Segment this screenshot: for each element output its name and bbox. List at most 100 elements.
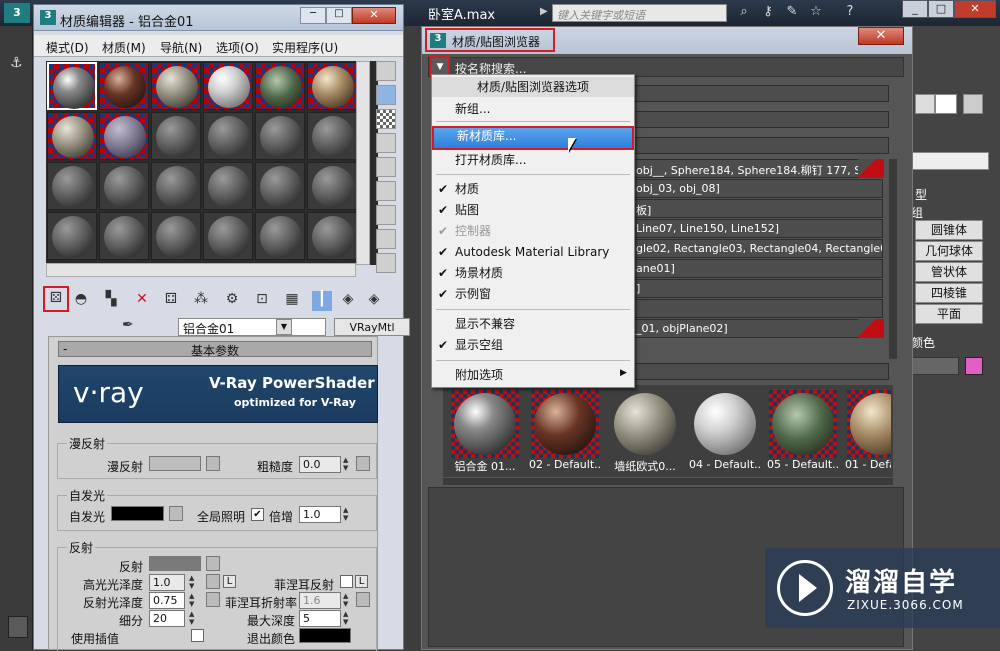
hilight-gloss-field[interactable]: 1.0 — [149, 574, 185, 591]
sample-slot[interactable] — [255, 162, 305, 210]
object-name-field[interactable] — [909, 357, 959, 375]
sample-slot[interactable] — [47, 112, 97, 160]
sample-slot[interactable] — [307, 112, 357, 160]
menu-mode[interactable]: 模式(D) — [46, 39, 89, 56]
refl-gloss-map-button[interactable] — [206, 592, 220, 607]
max-maximize-button[interactable]: □ — [928, 0, 954, 18]
hilight-gloss-spinner-icon[interactable]: ▲ ▼ — [189, 574, 198, 591]
multiplier-spinner-icon[interactable]: ▲ ▼ — [343, 506, 352, 523]
keyword-search-input[interactable]: 键入关键字或短语 — [552, 4, 727, 22]
fresnel-ior-spinner-icon[interactable]: ▲ ▼ — [343, 592, 352, 609]
sample-slot[interactable] — [151, 62, 201, 110]
sample-slot[interactable] — [255, 212, 305, 260]
thumbnail-item[interactable]: 02 - Default... — [529, 388, 601, 474]
roughness-map-button[interactable] — [356, 456, 370, 471]
interp-checkbox[interactable] — [191, 629, 204, 642]
assign-to-selection-icon[interactable]: ▚ — [101, 291, 121, 311]
sample-slot[interactable] — [151, 162, 201, 210]
make-unique-icon[interactable]: ⁂ — [191, 291, 211, 311]
cone-button[interactable]: 圆锥体 — [915, 220, 983, 240]
geosphere-button[interactable]: 几何球体 — [915, 241, 983, 261]
menu-navigation[interactable]: 导航(N) — [160, 39, 202, 56]
sample-slot[interactable] — [47, 162, 97, 210]
basic-parameters-rollout[interactable]: - 基本参数 — [58, 341, 372, 358]
fresnel-ior-map-button[interactable] — [356, 592, 370, 607]
sample-uv-tiling-icon[interactable] — [376, 133, 396, 153]
me-close-button[interactable]: ✕ — [352, 7, 396, 24]
menu-item-new-group[interactable]: 新组... — [432, 99, 634, 119]
material-id-channel-icon[interactable]: ⊡ — [252, 291, 272, 311]
object-color-swatch[interactable] — [965, 357, 983, 375]
options-icon[interactable] — [376, 205, 396, 225]
menu-item-open-library[interactable]: 打开材质库... — [432, 150, 634, 170]
sample-slot[interactable] — [99, 112, 149, 160]
sample-slot[interactable] — [203, 162, 253, 210]
thumbnail-item[interactable]: 铝合金 01... — [449, 388, 521, 474]
sample-slot[interactable] — [151, 212, 201, 260]
go-to-parent-icon[interactable]: ◈ — [338, 291, 358, 311]
scene-material-row[interactable]: obj_03, obj_08] — [633, 179, 883, 198]
material-type-button[interactable]: VRayMtl — [334, 318, 410, 336]
menu-item-autodesk-library[interactable]: Autodesk Material Library — [432, 242, 634, 262]
sample-slot[interactable] — [99, 162, 149, 210]
backlight-icon[interactable] — [376, 85, 396, 105]
scene-material-row[interactable] — [633, 299, 883, 318]
sample-slot[interactable] — [99, 212, 149, 260]
menu-item-maps[interactable]: 贴图 — [432, 200, 634, 220]
max-logo-icon[interactable]: 3 — [4, 3, 30, 23]
menu-options[interactable]: 选项(O) — [216, 39, 259, 56]
tools-icon[interactable]: ✎ — [782, 4, 802, 22]
subdivs-field[interactable]: 20 — [149, 610, 185, 627]
menu-item-show-empty-groups[interactable]: 显示空组 — [432, 335, 634, 355]
selfillum-map-button[interactable] — [169, 506, 183, 521]
reset-map-icon[interactable]: ✕ — [132, 291, 152, 311]
diffuse-color-swatch[interactable] — [149, 456, 201, 471]
pyramid-button[interactable]: 四棱锥 — [915, 283, 983, 303]
put-to-library-icon[interactable]: ⚙ — [222, 291, 242, 311]
select-by-material-icon[interactable] — [376, 229, 396, 249]
go-forward-sibling-icon[interactable]: ◈ — [364, 291, 384, 311]
diffuse-map-button[interactable] — [206, 456, 220, 471]
sample-slot[interactable] — [255, 112, 305, 160]
fresnel-lock-button[interactable]: L — [355, 575, 368, 588]
eyedropper-icon[interactable]: ✒ — [122, 317, 134, 333]
background-checker-icon[interactable] — [376, 109, 396, 129]
scene-material-row[interactable]: Line07, Line150, Line152] — [633, 219, 883, 238]
max-depth-field[interactable]: 5 — [299, 610, 341, 627]
scene-material-row[interactable]: _01, objPlane02] — [633, 319, 883, 338]
thumbnail-item[interactable]: 05 - Default... — [767, 388, 839, 474]
menu-material[interactable]: 材质(M) — [102, 39, 146, 56]
scene-material-row[interactable]: 板] — [633, 199, 883, 218]
thumbnail-item[interactable]: 墙纸欧式0... — [609, 388, 681, 474]
display-tab-icon[interactable] — [935, 94, 957, 114]
selfillum-color-swatch[interactable] — [111, 506, 164, 521]
scene-material-row[interactable]: ane01] — [633, 259, 883, 278]
thumbnails-scrollbar[interactable] — [443, 477, 893, 485]
material-map-navigator-icon[interactable] — [376, 253, 396, 273]
max-close-button[interactable]: ✕ — [954, 0, 996, 18]
sample-type-icon[interactable] — [376, 61, 396, 81]
menu-utilities[interactable]: 实用程序(U) — [272, 39, 338, 56]
sample-slot[interactable] — [307, 62, 357, 110]
make-preview-icon[interactable] — [376, 181, 396, 201]
me-minimize-button[interactable]: ─ — [300, 7, 326, 24]
sample-slot[interactable] — [307, 162, 357, 210]
panel-tab-icon[interactable] — [915, 94, 935, 114]
sample-slot[interactable] — [203, 212, 253, 260]
plane-button[interactable]: 平面 — [915, 304, 983, 324]
slots-vertical-scrollbar[interactable] — [356, 61, 370, 265]
thumbnail-item[interactable]: 04 - Default... — [689, 388, 761, 474]
menu-item-materials[interactable]: 材质 — [432, 179, 634, 199]
utilities-tab-icon[interactable] — [963, 94, 983, 114]
put-to-scene-icon[interactable]: ◓ — [71, 291, 91, 311]
reflect-map-button[interactable] — [206, 556, 220, 571]
roughness-field[interactable]: 0.0 — [299, 456, 341, 473]
sample-slot[interactable] — [307, 212, 357, 260]
hilight-lock-button[interactable]: L — [223, 575, 236, 588]
copy-material-icon[interactable]: ⚃ — [161, 291, 181, 311]
subcategory-select[interactable] — [909, 152, 989, 170]
multiplier-field[interactable]: 1.0 — [299, 506, 341, 523]
tube-button[interactable]: 管状体 — [915, 262, 983, 282]
thumbnail-item[interactable]: 01 - Default... — [845, 388, 891, 474]
material-name-field[interactable]: 铝合金01 — [178, 318, 326, 336]
